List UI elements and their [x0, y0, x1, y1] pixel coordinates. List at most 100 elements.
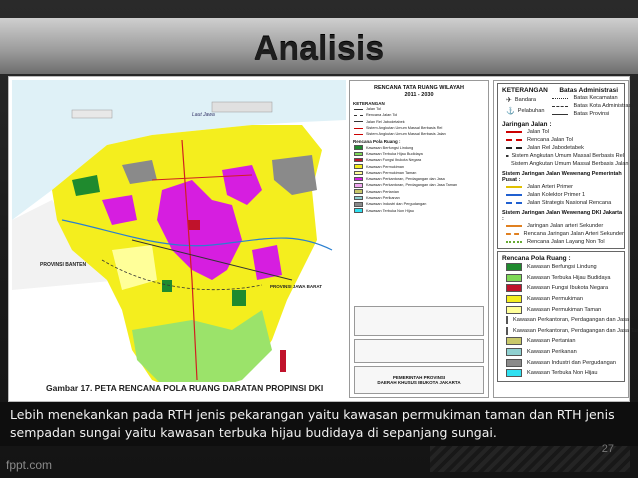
line-swatch — [506, 147, 522, 149]
color-swatch — [506, 316, 508, 325]
line-swatch — [354, 121, 363, 123]
pola-legend-label: Kawasan Perikanan — [527, 349, 577, 356]
line-swatch — [354, 108, 363, 110]
pola-legend-row: Kawasan Terbuka Non Hijau — [350, 207, 488, 213]
sheet-row-label: Sistem Angkutan Umum Massal Berbasis Rel — [366, 126, 443, 131]
sheet-title-2: 2011 - 2030 — [404, 92, 434, 98]
color-swatch — [506, 273, 522, 282]
pola-legend-row: Kawasan Perikanan — [498, 347, 624, 358]
pola-legend-row: Kawasan Permukiman — [498, 294, 624, 305]
legend-point-batas: ✈ Bandara ⚓ Pelabuhan Batas Kecamatan Bata… — [498, 94, 633, 118]
pola-legend-label: Kawasan Pertanian — [366, 189, 399, 194]
legend-sistem-title: Sistem Jaringan Jalan Wewenang Pemerinta… — [502, 171, 622, 183]
color-swatch — [354, 170, 363, 176]
color-swatch — [354, 195, 363, 201]
pola-legend-label: Kawasan Permukiman Taman — [527, 306, 602, 313]
jakarta-land-use-map: Laut Jawa PROVINSI BANTEN PROVINSI JAWA … — [12, 80, 346, 398]
color-swatch — [506, 337, 522, 346]
color-swatch — [506, 295, 522, 304]
color-swatch — [506, 305, 522, 314]
sheet-row: Sistem Angkutan Umum Massal Berbasis Jal… — [350, 131, 488, 137]
pola-legend-label: Kawasan Berfungsi Lindung — [366, 145, 414, 150]
page-number: 27 — [601, 443, 614, 455]
legend-row: Sistem Angkutan Umum Massal Berbasis Jal… — [498, 160, 629, 168]
map-figure: Laut Jawa PROVINSI BANTEN PROVINSI JAWA … — [8, 76, 638, 402]
line-swatch — [354, 127, 363, 129]
legend-row: ⚓ Pelabuhan — [498, 106, 544, 118]
color-swatch — [506, 284, 522, 293]
pola-legend-label: Kawasan Permukiman — [527, 296, 583, 303]
legend-row: Rencana Jaringan Jalan Arteri Sekunder — [498, 230, 624, 238]
pola-legend-label: Kawasan Terbuka Hijau Budidaya — [527, 274, 611, 281]
legend-row: ✈ Bandara — [498, 94, 544, 106]
legend-row: Batas Provinsi — [544, 110, 632, 118]
pola-legend-label: Kawasan Berfungsi Lindung — [527, 264, 597, 271]
line-swatch — [506, 241, 522, 243]
legend-row-label: Jalan Arteri Primer — [527, 184, 574, 190]
banten-label: PROVINSI BANTEN — [40, 262, 87, 268]
color-swatch — [354, 151, 363, 157]
legend-row: Rencana Jalan Layang Non Tol — [498, 238, 624, 246]
line-swatch — [552, 105, 569, 107]
body-text: Lebih menekankan pada RTH jenis pekarang… — [10, 407, 615, 440]
line-swatch — [552, 97, 569, 99]
pola-legend-row: Kawasan Terbuka Non Hijau — [498, 368, 624, 379]
legend-row: Rencana Jalan Tol — [498, 136, 624, 144]
pemerintah-block: PEMERINTAH PROVINSI DAERAH KHUSUS IBUKOT… — [354, 366, 484, 394]
legend-jaringan-title: Jaringan Jalan : — [502, 121, 552, 128]
legend-row: Jalan Rel Jabodetabek — [498, 144, 624, 152]
pola-legend-label: Kawasan Terbuka Non Hijau — [527, 370, 598, 377]
line-swatch — [506, 131, 522, 133]
legend-row: Batas Kecamatan — [544, 94, 632, 102]
title-block — [354, 306, 484, 336]
legend-row-label: Jaringan Jalan arteri Sekunder — [527, 223, 604, 229]
legend-row-label: Rencana Jalan Layang Non Tol — [527, 239, 605, 245]
pola-legend-label: Kawasan Permukiman — [366, 164, 404, 169]
sheet-row-label: Rencana Jalan Tol — [366, 113, 398, 118]
pola-legend-row: Kawasan Perkantoran, Perdagangan dan Jas… — [498, 326, 638, 337]
pola-legend-label: Kawasan Terbuka Hijau Budidaya — [366, 151, 423, 156]
legend-row-label: Jalan Strategis Nasional Rencana — [527, 200, 612, 206]
footer-brand: fppt.com — [6, 458, 53, 472]
pola-legend-row: Kawasan Berfungsi Lindung — [498, 262, 624, 273]
legend-row-label: Batas Kecamatan — [573, 95, 618, 101]
slide: Analisis Laut Jawa PROVINSI BANTEN PROVI… — [0, 0, 638, 478]
sea-label: Laut Jawa — [192, 112, 215, 118]
pola-legend-label: Kawasan Permukiman Taman — [366, 170, 417, 175]
pola-legend-row: Kawasan Industri dan Pergudangan — [498, 357, 624, 368]
slide-title: Analisis — [253, 30, 385, 68]
jabar-label: PROVINSI JAWA BARAT — [270, 284, 323, 289]
sheet-row-label: Jalan Tol — [366, 107, 381, 112]
pola-legend-row: Kawasan Permukiman Taman — [498, 304, 624, 315]
legend-row: Jalan Arteri Primer — [498, 183, 624, 191]
legend-row: Jaringan Jalan arteri Sekunder — [498, 222, 624, 230]
color-swatch — [354, 189, 363, 194]
color-swatch — [354, 164, 363, 169]
legend-sistem-dki-title: Sistem Jaringan Jalan Wewenang DKI Jakar… — [502, 210, 623, 222]
color-swatch — [354, 157, 363, 163]
pola-legend-row: Kawasan Perkantoran, Perdagangan dan Jas… — [498, 315, 629, 326]
legend-row-label: Jalan Kolektor Primer 1 — [527, 192, 586, 198]
pola-legend-label: Kawasan Industri dan Pergudangan — [527, 359, 616, 366]
line-swatch — [354, 133, 363, 135]
color-swatch — [354, 208, 363, 213]
color-swatch — [506, 326, 508, 335]
color-swatch — [354, 202, 363, 207]
pola-legend-label: Kawasan Perkantoran, Perdagangan dan Jas… — [366, 183, 458, 188]
legend-row-label: Batas Kota Administrasi — [573, 103, 633, 109]
decorative-stripes — [430, 446, 630, 472]
enlarged-legend: KETERANGAN Batas Administrasi ✈ Bandara ⚓… — [493, 80, 638, 398]
pola-legend-label: Kawasan Pertanian — [527, 338, 576, 345]
legend-batas: Batas Kecamatan Batas Kota Administrasi … — [544, 94, 633, 118]
color-swatch — [506, 369, 522, 378]
legend-batas-title: Batas Administrasi — [559, 87, 618, 94]
pola-legend-row: Kawasan Fungsi Ibukota Negara — [498, 283, 624, 294]
line-swatch — [552, 113, 569, 115]
pemerintah-2: DAERAH KHUSUS IBUKOTA JAKARTA — [377, 380, 461, 385]
map-sheet-legend: RENCANA TATA RUANG WILAYAH 2011 - 2030 K… — [349, 80, 489, 398]
color-swatch — [354, 145, 363, 150]
map-graphic — [12, 80, 346, 398]
legend-row: Batas Kota Administrasi — [544, 102, 633, 110]
pola-legend-label: Kawasan Perkantoran, Perdagangan dan Jas… — [513, 327, 638, 334]
legend-row-label: Rencana Jalan Tol — [527, 137, 573, 143]
